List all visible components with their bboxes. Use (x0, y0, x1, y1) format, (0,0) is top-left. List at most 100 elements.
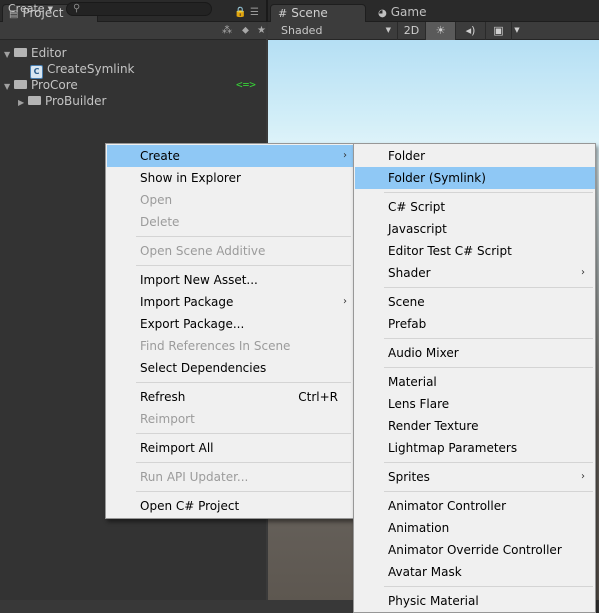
tab-game[interactable]: ◕ Game (371, 4, 463, 22)
menu-item-lens-flare[interactable]: Lens Flare (355, 393, 595, 415)
menu-item-shader[interactable]: Shader › (355, 262, 595, 284)
menu-item-label: Animator Override Controller (388, 543, 562, 557)
menu-item-label: Physic Material (388, 594, 479, 608)
effects-dropdown-button[interactable]: ▼ (512, 22, 522, 40)
submenu-arrow-icon: › (343, 296, 347, 307)
panel-menu-icon[interactable]: ☰ (250, 7, 259, 19)
toggle-2d-label: 2D (403, 24, 420, 37)
menu-item-folder-symlink[interactable]: Folder (Symlink) (355, 167, 595, 189)
menu-item-label: Editor Test C# Script (388, 244, 512, 258)
image-icon: ▣ (493, 24, 504, 37)
menu-item-open-scene-additive: Open Scene Additive (107, 240, 353, 262)
tree-item-procore[interactable]: ▼ ProCore (4, 77, 78, 93)
menu-item-label: Folder (Symlink) (388, 171, 486, 185)
menu-item-reimport-all[interactable]: Reimport All (107, 437, 353, 459)
tree-item-probuilder[interactable]: ▶ ProBuilder (18, 93, 106, 109)
toggle-2d-button[interactable]: 2D (398, 22, 426, 40)
menu-item-label: Export Package... (140, 317, 245, 331)
tree-item-label: ProBuilder (45, 94, 107, 108)
menu-item-label: Import New Asset... (140, 273, 258, 287)
menu-item-label: Refresh (140, 390, 186, 404)
lock-icon[interactable]: 🔒 (234, 7, 246, 19)
menu-item-render-texture[interactable]: Render Texture (355, 415, 595, 437)
menu-item-animator-override-controller[interactable]: Animator Override Controller (355, 539, 595, 561)
folder-icon (28, 96, 41, 105)
menu-item-scene[interactable]: Scene (355, 291, 595, 313)
foldout-expanded-icon[interactable]: ▼ (4, 79, 14, 95)
menu-separator (384, 462, 593, 463)
submenu-arrow-icon: › (343, 150, 347, 161)
menu-separator (136, 462, 351, 463)
menu-item-audio-mixer[interactable]: Audio Mixer (355, 342, 595, 364)
tree-item-editor[interactable]: ▼ Editor (4, 45, 67, 61)
create-dropdown-button[interactable]: Create ▼ (4, 2, 60, 16)
submenu-arrow-icon: › (581, 267, 585, 278)
audio-toggle-button[interactable]: ◂) (456, 22, 486, 40)
menu-item-csharp-script[interactable]: C# Script (355, 196, 595, 218)
menu-item-shortcut: Ctrl+R (298, 390, 338, 404)
effects-toggle-button[interactable]: ▣ (486, 22, 512, 40)
shading-mode-dropdown[interactable]: Shaded ▼ (274, 22, 398, 40)
shading-mode-label: Shaded (281, 24, 323, 37)
tab-scene[interactable]: # Scene (270, 4, 366, 22)
menu-item-run-api-updater: Run API Updater... (107, 466, 353, 488)
menu-item-show-in-explorer[interactable]: Show in Explorer (107, 167, 353, 189)
menu-item-label: Javascript (388, 222, 447, 236)
menu-item-prefab[interactable]: Prefab (355, 313, 595, 335)
menu-item-animation[interactable]: Animation (355, 517, 595, 539)
menu-item-import-new-asset[interactable]: Import New Asset... (107, 269, 353, 291)
menu-item-lightmap-parameters[interactable]: Lightmap Parameters (355, 437, 595, 459)
menu-item-label: Animation (388, 521, 450, 535)
filter-by-type-icon[interactable]: ⁂ (222, 24, 232, 38)
menu-item-label: Animator Controller (388, 499, 507, 513)
menu-separator (384, 338, 593, 339)
menu-item-refresh[interactable]: Refresh Ctrl+R (107, 386, 353, 408)
speaker-icon: ◂) (465, 24, 476, 37)
dropdown-arrow-icon: ▼ (385, 26, 391, 34)
menu-item-label: Material (388, 375, 437, 389)
menu-item-folder[interactable]: Folder (355, 145, 595, 167)
menu-item-javascript[interactable]: Javascript (355, 218, 595, 240)
menu-separator (136, 265, 351, 266)
menu-item-label: Create (140, 149, 180, 163)
menu-item-label: Open (140, 193, 173, 207)
foldout-expanded-icon[interactable]: ▼ (4, 47, 14, 63)
menu-item-label: Find References In Scene (140, 339, 291, 353)
favorite-star-icon[interactable]: ★ (257, 24, 266, 38)
search-icon: ⚲ (73, 3, 81, 14)
tree-item-label: Editor (31, 46, 67, 60)
menu-item-create[interactable]: Create › (107, 145, 353, 167)
menu-item-editor-test-script[interactable]: Editor Test C# Script (355, 240, 595, 262)
filter-by-label-icon[interactable]: ⬥ (242, 24, 249, 38)
project-search-input[interactable]: ⚲ (66, 2, 212, 16)
menu-item-label: Lens Flare (388, 397, 450, 411)
menu-item-select-dependencies[interactable]: Select Dependencies (107, 357, 353, 379)
foldout-collapsed-icon[interactable]: ▶ (18, 95, 28, 111)
menu-item-label: Import Package (140, 295, 234, 309)
menu-item-find-references: Find References In Scene (107, 335, 353, 357)
menu-item-sprites[interactable]: Sprites › (355, 466, 595, 488)
menu-item-reimport: Reimport (107, 408, 353, 430)
menu-item-label: Lightmap Parameters (388, 441, 518, 455)
menu-item-label: Prefab (388, 317, 427, 331)
menu-item-import-package[interactable]: Import Package › (107, 291, 353, 313)
menu-item-open: Open (107, 189, 353, 211)
menu-item-label: Delete (140, 215, 180, 229)
menu-item-export-package[interactable]: Export Package... (107, 313, 353, 335)
menu-item-physic-material[interactable]: Physic Material (355, 590, 595, 612)
menu-separator (384, 287, 593, 288)
menu-item-material[interactable]: Material (355, 371, 595, 393)
sun-icon: ☀ (435, 24, 446, 37)
menu-item-open-csharp-project[interactable]: Open C# Project (107, 495, 353, 517)
tree-item-createsymlink[interactable]: C CreateSymlink (30, 61, 135, 79)
menu-item-label: Show in Explorer (140, 171, 241, 185)
menu-item-animator-controller[interactable]: Animator Controller (355, 495, 595, 517)
menu-item-label: Select Dependencies (140, 361, 267, 375)
create-dropdown-label: Create (8, 2, 45, 15)
lighting-toggle-button[interactable]: ☀ (426, 22, 456, 40)
context-menu: Create › Show in Explorer Open Delete Op… (105, 143, 354, 519)
menu-item-avatar-mask[interactable]: Avatar Mask (355, 561, 595, 583)
menu-separator (136, 491, 351, 492)
menu-item-label: Avatar Mask (388, 565, 462, 579)
menu-item-label: Audio Mixer (388, 346, 459, 360)
